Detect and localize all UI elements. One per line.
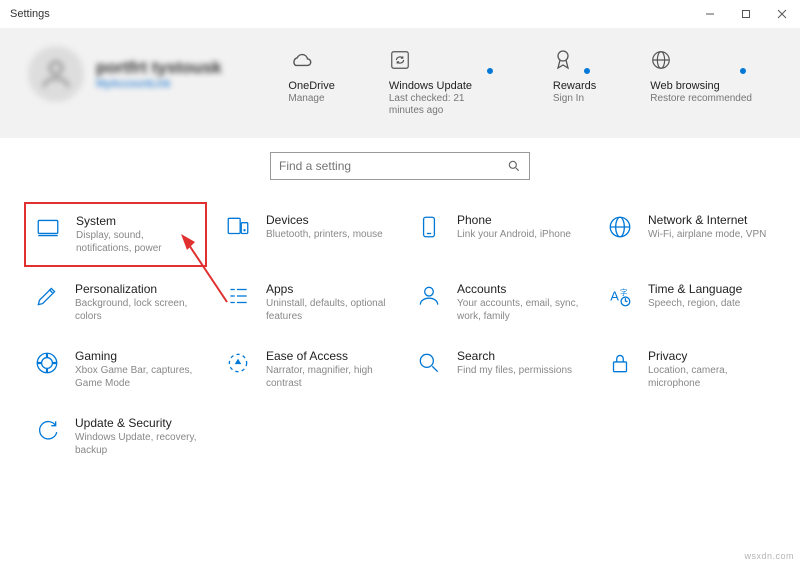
category-title: System — [76, 214, 197, 228]
onedrive-tile[interactable]: OneDrive Manage — [288, 46, 334, 117]
category-title: Time & Language — [648, 282, 742, 296]
category-desc: Wi-Fi, airplane mode, VPN — [648, 229, 766, 242]
web-tile[interactable]: Web browsing Restore recommended — [650, 46, 752, 117]
category-grid: System Display, sound, notifications, pow… — [0, 198, 800, 478]
rewards-tile[interactable]: Rewards Sign In — [553, 46, 596, 117]
close-button[interactable] — [764, 0, 800, 28]
category-personalization[interactable]: Personalization Background, lock screen, … — [24, 271, 207, 334]
search-icon — [507, 159, 521, 173]
minimize-button[interactable] — [692, 0, 728, 28]
personalization-icon — [33, 282, 61, 310]
phone-icon — [415, 213, 443, 241]
category-title: Search — [457, 349, 572, 363]
category-desc: Uninstall, defaults, optional features — [266, 298, 389, 323]
profile[interactable]: portfrt tystousk MyAccountLink — [28, 46, 270, 102]
search-input[interactable] — [279, 159, 507, 173]
category-gaming[interactable]: Gaming Xbox Game Bar, captures, Game Mode — [24, 338, 207, 401]
category-update-sec[interactable]: Update & Security Windows Update, recover… — [24, 405, 207, 468]
cloud-icon — [288, 46, 334, 74]
network-icon — [606, 213, 634, 241]
privacy-icon — [606, 349, 634, 377]
category-desc: Location, camera, microphone — [648, 365, 771, 390]
globe-icon — [650, 46, 752, 74]
category-desc: Windows Update, recovery, backup — [75, 432, 198, 457]
watermark: wsxdn.com — [744, 551, 794, 561]
update-sec-icon — [33, 416, 61, 444]
category-privacy[interactable]: Privacy Location, camera, microphone — [597, 338, 780, 401]
system-icon — [34, 214, 62, 242]
category-phone[interactable]: Phone Link your Android, iPhone — [406, 202, 589, 267]
accounts-icon — [415, 282, 443, 310]
category-title: Apps — [266, 282, 389, 296]
sync-icon — [389, 46, 499, 74]
category-time[interactable]: A字 Time & Language Speech, region, date — [597, 271, 780, 334]
category-desc: Link your Android, iPhone — [457, 229, 571, 242]
maximize-button[interactable] — [728, 0, 764, 28]
avatar-icon — [28, 46, 84, 102]
category-network[interactable]: Network & Internet Wi-Fi, airplane mode, … — [597, 202, 780, 267]
category-desc: Find my files, permissions — [457, 365, 572, 378]
category-desc: Display, sound, notifications, power — [76, 230, 197, 255]
category-desc: Speech, region, date — [648, 298, 742, 311]
header: portfrt tystousk MyAccountLink OneDrive … — [0, 28, 800, 138]
devices-icon — [224, 213, 252, 241]
category-title: Personalization — [75, 282, 198, 296]
search-cat-icon — [415, 349, 443, 377]
profile-name: portfrt tystousk — [96, 58, 222, 78]
category-title: Phone — [457, 213, 571, 227]
window-controls — [692, 0, 800, 28]
category-desc: Narrator, magnifier, high contrast — [266, 365, 389, 390]
ribbon-icon — [553, 46, 596, 74]
category-title: Privacy — [648, 349, 771, 363]
category-desc: Background, lock screen, colors — [75, 298, 198, 323]
category-title: Update & Security — [75, 416, 198, 430]
svg-text:A: A — [610, 288, 619, 303]
category-apps[interactable]: Apps Uninstall, defaults, optional featur… — [215, 271, 398, 334]
ease-icon — [224, 349, 252, 377]
search-box[interactable] — [270, 152, 530, 180]
category-accounts[interactable]: Accounts Your accounts, email, sync, work… — [406, 271, 589, 334]
category-title: Gaming — [75, 349, 198, 363]
update-tile[interactable]: Windows Update Last checked: 21 minutes … — [389, 46, 499, 117]
category-title: Ease of Access — [266, 349, 389, 363]
profile-link[interactable]: MyAccountLink — [96, 78, 222, 90]
category-desc: Your accounts, email, sync, work, family — [457, 298, 580, 323]
category-search-cat[interactable]: Search Find my files, permissions — [406, 338, 589, 401]
category-desc: Xbox Game Bar, captures, Game Mode — [75, 365, 198, 390]
status-tiles: OneDrive Manage Windows Update Last chec… — [288, 46, 772, 117]
titlebar: Settings — [0, 0, 800, 28]
category-ease[interactable]: Ease of Access Narrator, magnifier, high … — [215, 338, 398, 401]
category-title: Network & Internet — [648, 213, 766, 227]
category-title: Devices — [266, 213, 383, 227]
category-devices[interactable]: Devices Bluetooth, printers, mouse — [215, 202, 398, 267]
search-row — [0, 138, 800, 198]
window-title: Settings — [10, 8, 50, 20]
apps-icon — [224, 282, 252, 310]
category-system[interactable]: System Display, sound, notifications, pow… — [24, 202, 207, 267]
svg-text:字: 字 — [620, 287, 628, 297]
gaming-icon — [33, 349, 61, 377]
time-icon: A字 — [606, 282, 634, 310]
category-title: Accounts — [457, 282, 580, 296]
category-desc: Bluetooth, printers, mouse — [266, 229, 383, 242]
